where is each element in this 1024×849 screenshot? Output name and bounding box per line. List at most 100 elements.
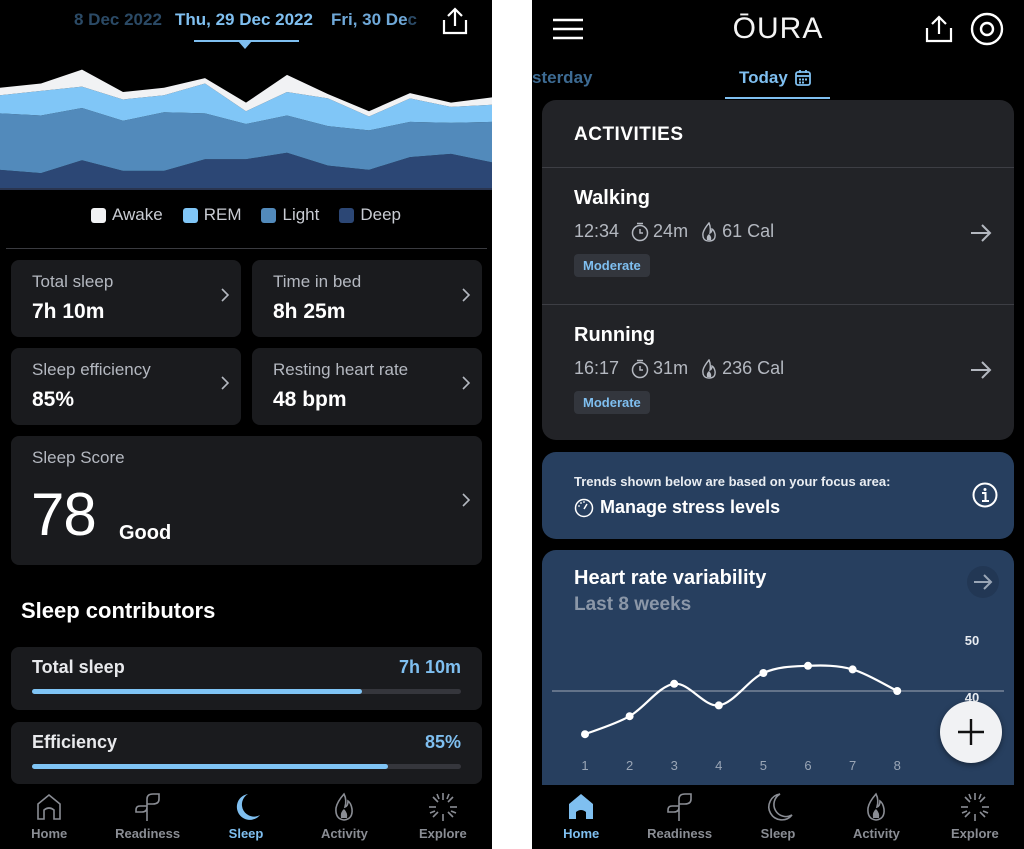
stat-label: Resting heart rate — [273, 360, 409, 379]
contributor-total-sleep[interactable]: Total sleep 7h 10m — [11, 647, 482, 710]
hrv-point — [804, 661, 812, 670]
legend-swatch-light — [261, 207, 277, 223]
legend-label: Light — [282, 205, 320, 224]
activity-running[interactable]: Running 16:17 31m 236 Cal Moderate — [542, 305, 1014, 441]
chevron-right-icon — [221, 376, 230, 390]
stat-value: 8h 25m — [273, 300, 346, 323]
sprout-icon — [134, 793, 160, 821]
activity-duration-group: 31m — [631, 358, 688, 379]
sleep-stages-chart — [0, 69, 492, 190]
sparkle-icon — [428, 793, 457, 821]
activity-duration: 31m — [653, 358, 689, 378]
legend-swatch-awake — [90, 207, 106, 223]
sparkle-icon — [960, 793, 989, 821]
nav-label: Explore — [950, 826, 999, 841]
sleep-score-card[interactable]: Sleep Score 78 Good — [11, 436, 482, 565]
divider — [6, 248, 487, 249]
date-next[interactable]: Fri, 30 Dec — [331, 10, 417, 30]
stat-label: Time in bed — [273, 272, 362, 291]
tab-yesterday[interactable]: sterday — [532, 68, 592, 88]
contributor-label: Total sleep — [32, 657, 125, 677]
contributor-efficiency[interactable]: Efficiency 85% — [11, 722, 482, 784]
nav-sleep[interactable]: Sleep — [197, 785, 295, 849]
legend-label: Deep — [360, 205, 401, 224]
activity-walking[interactable]: Walking 12:34 24m 61 Cal Moderate — [542, 168, 1014, 304]
hrv-point — [848, 665, 857, 674]
nav-label: Readiness — [115, 826, 181, 841]
stat-card-total-sleep[interactable]: Total sleep 7h 10m — [11, 260, 241, 337]
nav-activity[interactable]: Activity — [827, 785, 925, 849]
legend-item-rem: REM — [182, 205, 242, 225]
nav-label: Activity — [852, 826, 900, 841]
nav-home[interactable]: Home — [0, 785, 98, 849]
home-icon — [37, 793, 62, 820]
x-tick-label: 5 — [760, 758, 767, 773]
nav-label: Explore — [418, 826, 467, 841]
gauge-icon — [574, 498, 594, 517]
x-tick-label: 3 — [671, 758, 678, 773]
sleep-score-value: 78 — [31, 481, 97, 548]
nav-activity[interactable]: Activity — [295, 785, 393, 849]
tab-today-label: Today — [739, 68, 788, 87]
stat-label: Sleep efficiency — [32, 360, 151, 379]
tab-underline — [725, 97, 830, 99]
nav-home[interactable]: Home — [532, 785, 630, 849]
chevron-right-icon — [462, 493, 471, 507]
nav-sleep[interactable]: Sleep — [729, 785, 827, 849]
stat-card-time-in-bed[interactable]: Time in bed 8h 25m — [252, 260, 482, 337]
stopwatch-icon — [631, 222, 649, 241]
legend-item-deep: Deep — [339, 205, 401, 225]
flame-icon — [702, 221, 716, 242]
hrv-title: Heart rate variability — [574, 567, 767, 589]
hrv-point — [625, 712, 634, 721]
hrv-point — [714, 701, 723, 710]
nav-label: Sleep — [228, 826, 264, 841]
chart-baseline — [0, 188, 492, 190]
progress-fill — [32, 689, 363, 694]
nav-readiness[interactable]: Readiness — [630, 785, 728, 849]
hrv-point — [581, 730, 589, 739]
plus-icon — [958, 719, 984, 745]
date-next-label: Fri, 30 De — [331, 10, 408, 29]
share-icon[interactable] — [924, 13, 954, 45]
moon-icon — [236, 794, 261, 820]
calendar-icon — [794, 70, 811, 86]
x-tick-label: 6 — [804, 758, 811, 773]
date-caret-icon — [238, 41, 252, 49]
stat-card-resting-heart-rate[interactable]: Resting heart rate 48 bpm — [252, 348, 482, 425]
date-next-faded: c — [407, 10, 418, 29]
add-button[interactable] — [940, 701, 1002, 763]
activity-time: 16:17 — [574, 358, 620, 378]
info-icon[interactable] — [972, 482, 998, 508]
contributor-value: 7h 10m — [398, 657, 461, 677]
nav-readiness[interactable]: Readiness — [98, 785, 196, 849]
legend-item-light: Light — [261, 205, 319, 225]
legend-swatch-deep — [339, 207, 355, 223]
share-icon[interactable] — [440, 6, 470, 36]
bottom-nav: Home Readiness Sleep Activity Explore — [532, 785, 1024, 849]
focus-area-card[interactable]: Trends shown below are based on your foc… — [542, 452, 1014, 539]
sleep-screen: 8 Dec 2022 Thu, 29 Dec 2022 Fri, 30 Dec … — [0, 0, 492, 849]
stat-value: 48 bpm — [273, 388, 347, 411]
stat-card-sleep-efficiency[interactable]: Sleep efficiency 85% — [11, 348, 241, 425]
date-selector[interactable]: 8 Dec 2022 Thu, 29 Dec 2022 Fri, 30 Dec — [0, 0, 492, 50]
nav-explore[interactable]: Explore — [926, 785, 1024, 849]
sleep-score-rating: Good — [119, 522, 172, 544]
date-previous[interactable]: 8 Dec 2022 — [74, 10, 162, 30]
nav-label: Home — [563, 826, 600, 841]
contributor-value: 85% — [424, 732, 461, 752]
sleep-legend: Awake REM Light Deep — [0, 205, 492, 225]
ring-target-icon[interactable] — [970, 12, 1004, 46]
legend-label: REM — [203, 205, 242, 224]
date-current[interactable]: Thu, 29 Dec 2022 — [175, 10, 313, 30]
nav-explore[interactable]: Explore — [394, 785, 492, 849]
activities-heading: ACTIVITIES — [574, 124, 684, 145]
activity-time: 12:34 — [574, 221, 620, 241]
activity-calories: 236 Cal — [722, 358, 785, 378]
nav-label: Activity — [320, 826, 368, 841]
tab-today[interactable]: Today — [739, 68, 812, 88]
hrv-open-button[interactable] — [967, 566, 999, 598]
flame-icon — [702, 358, 716, 379]
stat-label: Total sleep — [32, 272, 114, 291]
hrv-card[interactable]: 40 50 1 2 3 4 5 6 7 8 Heart rate variability Last… — [542, 550, 1014, 810]
